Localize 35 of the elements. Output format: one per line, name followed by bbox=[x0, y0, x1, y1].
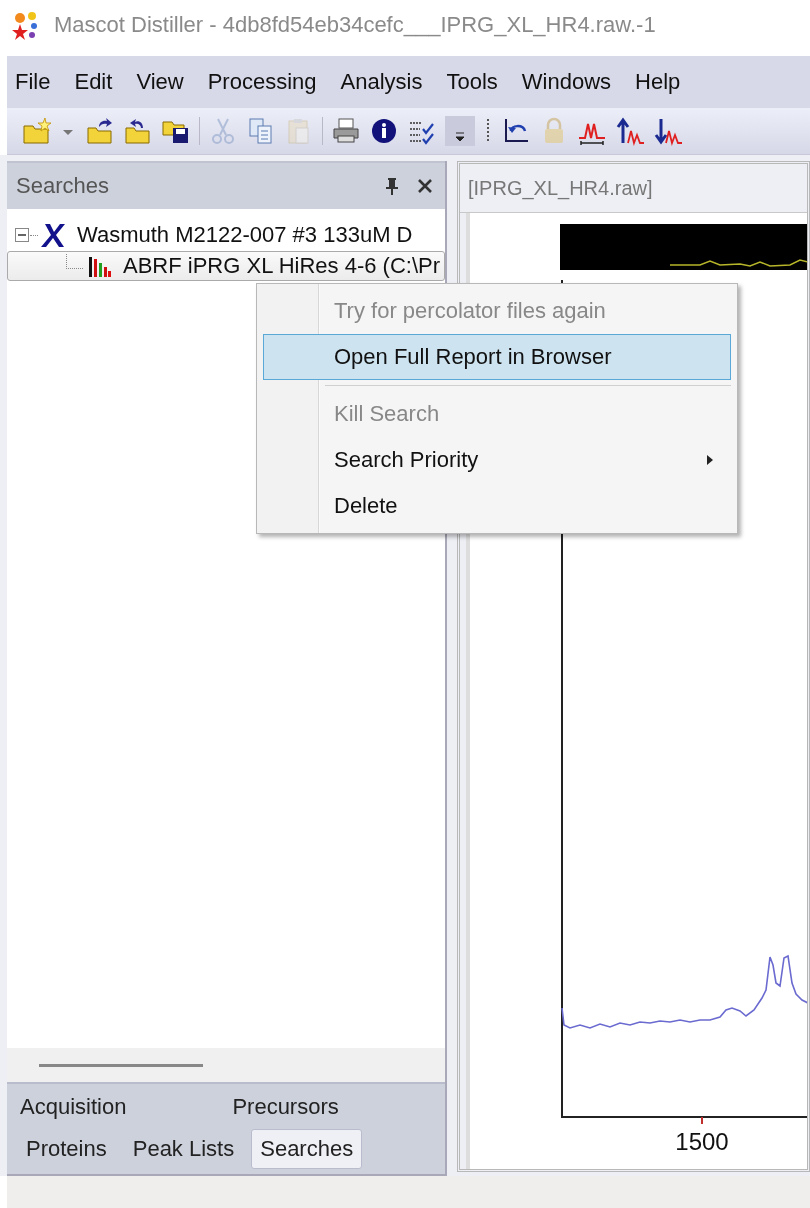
menu-item[interactable]: View bbox=[136, 69, 184, 95]
peak-icon[interactable] bbox=[615, 116, 645, 146]
window-title: Mascot Distiller - 4db8fd54eb34cefc___IPRG_XL_HR4.raw.-1 bbox=[54, 12, 656, 38]
menu-item[interactable]: Search Priority bbox=[263, 437, 731, 483]
peak-icon[interactable] bbox=[653, 116, 683, 146]
tab[interactable]: Searches bbox=[251, 1129, 363, 1169]
menu-item[interactable]: Tools bbox=[446, 69, 498, 95]
axis-tick-label: 1500 bbox=[675, 1128, 729, 1155]
info-icon[interactable] bbox=[369, 116, 399, 146]
collapse-icon[interactable] bbox=[15, 228, 29, 242]
close-icon[interactable] bbox=[417, 178, 433, 194]
overflow-icon[interactable] bbox=[445, 116, 475, 146]
menu-item[interactable]: Processing bbox=[207, 69, 317, 95]
scrollbar-thumb[interactable] bbox=[39, 1063, 203, 1067]
tick-mark bbox=[701, 1116, 703, 1125]
horizontal-scrollbar[interactable] bbox=[7, 1048, 445, 1082]
tab[interactable]: Precursors bbox=[229, 1089, 342, 1125]
tab[interactable]: Peak Lists bbox=[123, 1129, 244, 1169]
tab[interactable]: Proteins bbox=[17, 1129, 116, 1169]
panel-title: Searches bbox=[16, 173, 110, 199]
menu-item[interactable]: Analysis bbox=[340, 69, 423, 95]
tree-item[interactable]: Wasmuth M2122-007 #3 133uM D bbox=[77, 222, 413, 248]
pin-icon[interactable] bbox=[385, 177, 399, 195]
menu-item[interactable]: Delete bbox=[263, 483, 731, 529]
menu-item[interactable]: Help bbox=[635, 69, 681, 95]
menu-item[interactable]: Edit bbox=[74, 69, 113, 95]
tab[interactable]: Acquisition bbox=[17, 1089, 130, 1125]
menu-item[interactable]: File bbox=[15, 69, 51, 95]
printer-icon[interactable] bbox=[331, 116, 361, 146]
x-icon bbox=[41, 222, 67, 248]
menu-item[interactable]: Windows bbox=[521, 69, 612, 95]
folder-icon[interactable] bbox=[123, 116, 153, 146]
menu-item[interactable]: Open Full Report in Browser bbox=[263, 334, 731, 380]
folder-icon[interactable] bbox=[85, 116, 115, 146]
tree-item[interactable]: ABRF iPRG XL HiRes 4-6 (C:\Pr bbox=[7, 251, 445, 281]
